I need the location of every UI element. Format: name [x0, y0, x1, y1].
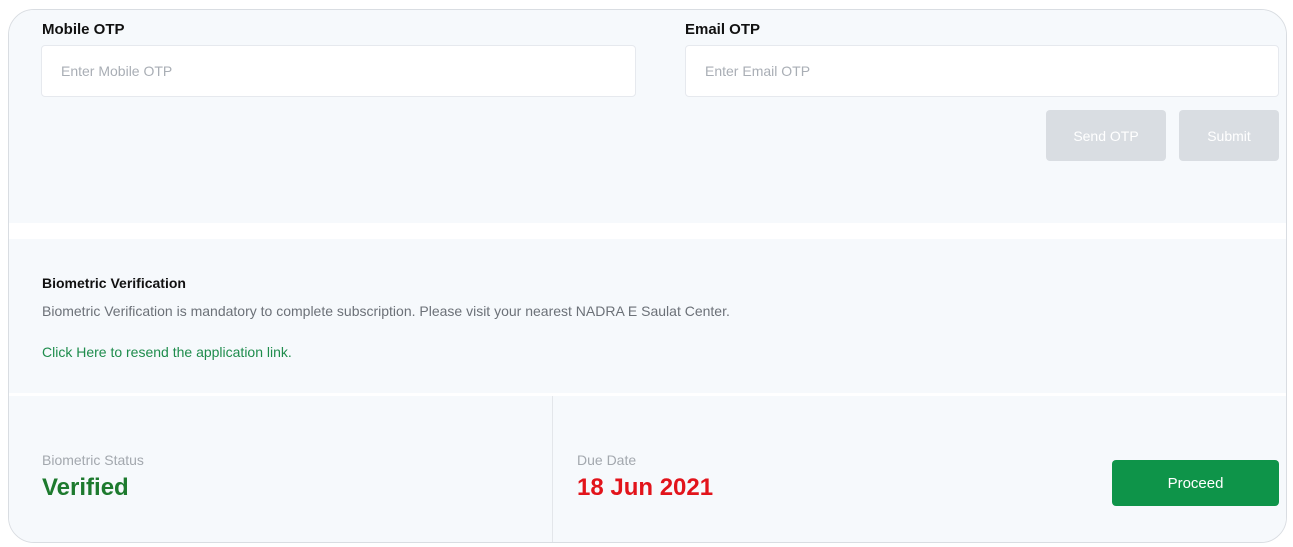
column-divider — [552, 396, 553, 542]
send-otp-button[interactable]: Send OTP — [1046, 110, 1166, 161]
due-date-label: Due Date — [577, 452, 637, 468]
otp-section: Mobile OTP Email OTP Send OTP Submit — [9, 10, 1286, 223]
resend-application-link[interactable]: Click Here to resend the application lin… — [42, 344, 292, 360]
biometric-description: Biometric Verification is mandatory to c… — [42, 303, 730, 319]
submit-button[interactable]: Submit — [1179, 110, 1279, 161]
email-otp-label: Email OTP — [685, 21, 761, 38]
biometric-status-value: Verified — [42, 474, 129, 501]
mobile-otp-input[interactable] — [41, 45, 636, 97]
biometric-status-label: Biometric Status — [42, 452, 144, 468]
email-otp-input[interactable] — [685, 45, 1279, 97]
biometric-verification-section: Biometric Verification Biometric Verific… — [9, 239, 1286, 393]
subscription-panel: Mobile OTP Email OTP Send OTP Submit Bio… — [8, 9, 1287, 543]
mobile-otp-label: Mobile OTP — [42, 21, 125, 38]
proceed-button[interactable]: Proceed — [1112, 460, 1279, 506]
status-section: Biometric Status Verified Due Date 18 Ju… — [9, 396, 1286, 542]
due-date-value: 18 Jun 2021 — [577, 474, 714, 501]
biometric-title: Biometric Verification — [42, 275, 186, 291]
